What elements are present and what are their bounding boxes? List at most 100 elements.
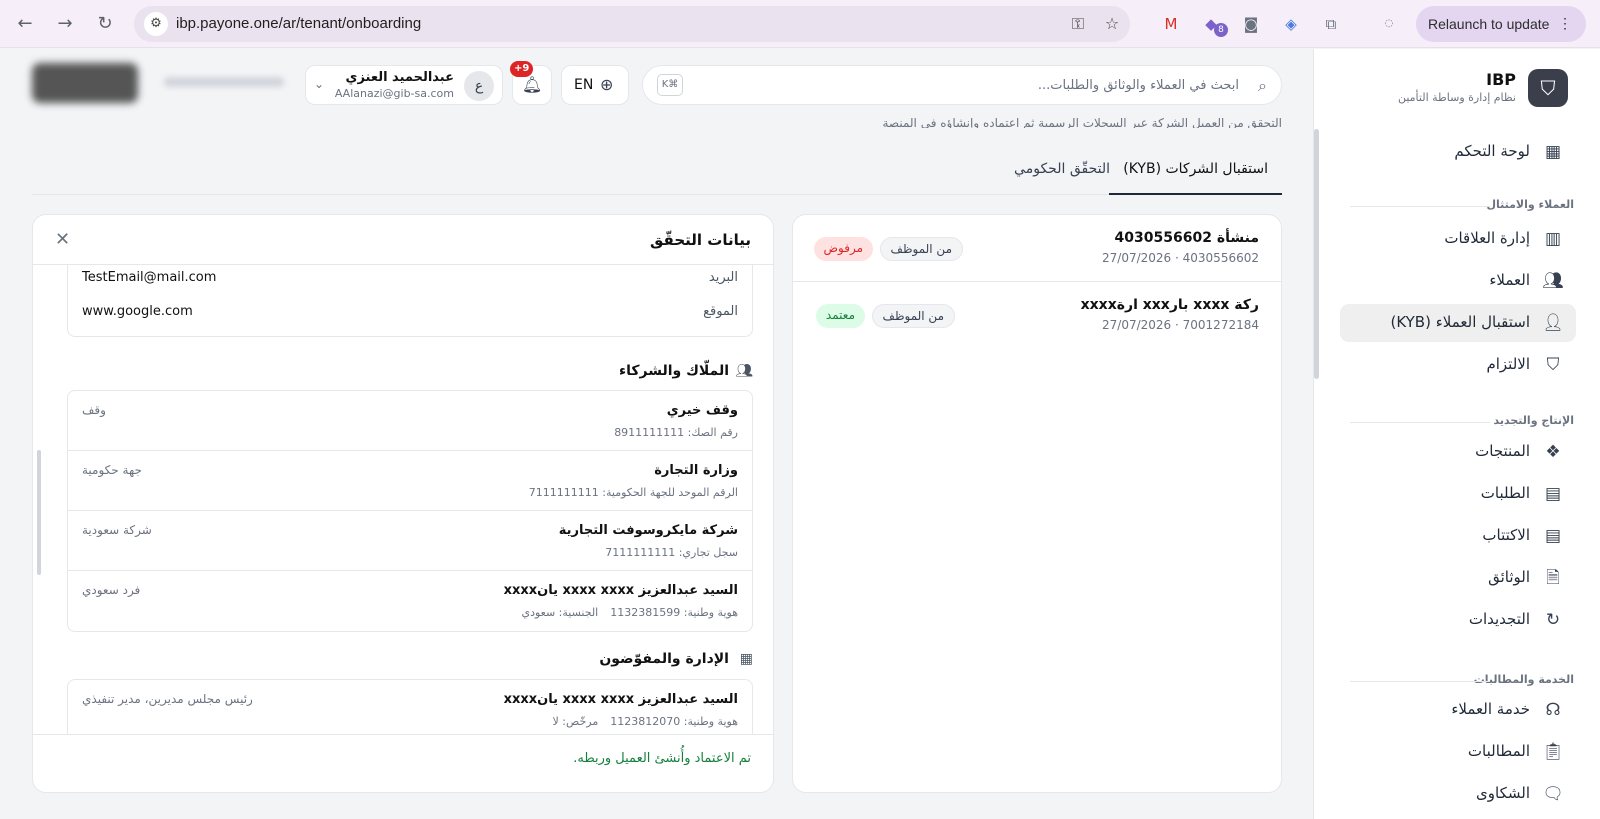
list-item[interactable]: ركة xxxx بارxxx ارةxxxx 7001272184 · 27/… bbox=[793, 282, 1281, 349]
browser-toolbar: ← → ↻ ⚙ ibp.payone.one/ar/tenant/onboard… bbox=[0, 0, 1600, 48]
management-section-title: ▦ الإدارة والمفوّضون bbox=[599, 651, 753, 667]
source-badge: من الموظف bbox=[879, 237, 963, 261]
list-item: السيد عبدالعزيز xxxx xxxx يانxxxx هوية و… bbox=[68, 571, 752, 631]
users-icon: 👥︎ bbox=[735, 363, 753, 379]
owner-meta-id: هوية وطنية: 1132381599 bbox=[610, 606, 738, 619]
list-item-title: منشأة 4030556602 bbox=[1114, 230, 1259, 246]
list-item-subtitle: 7001272184 · 27/07/2026 bbox=[1102, 318, 1259, 332]
sidebar-item-complaints[interactable]: 🗨︎ الشكاوى bbox=[1340, 775, 1576, 813]
sidebar-item-policies[interactable]: 🗎︎ الوثائق bbox=[1340, 559, 1576, 597]
user-check-icon: 👤︎ bbox=[1542, 313, 1564, 333]
profile-icon[interactable]: ◌ bbox=[1378, 13, 1400, 35]
user-name: عبدالحميد العنزي bbox=[345, 70, 454, 85]
sidebar-item-underwriting[interactable]: ▤ الاكتتاب bbox=[1340, 517, 1576, 555]
divider bbox=[33, 734, 773, 735]
divider bbox=[1350, 422, 1490, 423]
avatar: ع bbox=[464, 71, 494, 101]
tab-gov-verification[interactable]: التحقّق الحكومي bbox=[1000, 161, 1124, 195]
sidebar-item-kyb[interactable]: 👤︎ استقبال العملاء (KYB) bbox=[1340, 304, 1576, 342]
close-icon[interactable]: ✕ bbox=[55, 229, 70, 250]
panel-scroll-area[interactable]: البريد TestEmail@mail.com الموقع www.goo… bbox=[33, 265, 773, 734]
language-switch[interactable]: EN ⊕ bbox=[561, 65, 629, 105]
tab-kyb[interactable]: استقبال الشركات (KYB) bbox=[1109, 161, 1282, 195]
extension-gem-icon[interactable]: ◆ 8 bbox=[1200, 13, 1228, 37]
sidebar-item-dashboard[interactable]: ▦ لوحة التحكم bbox=[1340, 133, 1576, 171]
status-badge: مرفوض bbox=[813, 237, 873, 261]
list-item: شركة مايكروسوفت التجارية سجل تجاري: 7111… bbox=[68, 511, 752, 571]
back-icon[interactable]: ← bbox=[12, 12, 38, 36]
owner-name: وقف خيري bbox=[666, 403, 738, 418]
manager-meta: هوية وطنية: 1123812070 مرخّص: لا bbox=[541, 715, 738, 728]
globe-icon: ⊕ bbox=[600, 75, 614, 94]
sidebar-section-production: الإنتاج والتجديد bbox=[1493, 414, 1574, 427]
list-item[interactable]: منشأة 4030556602 4030556602 · 27/07/2026… bbox=[793, 215, 1281, 282]
panel-title: بيانات التحقّق bbox=[650, 231, 751, 249]
owner-meta-id: رقم الصك: 8911111111 bbox=[614, 426, 738, 439]
sidebar-item-label: استقبال العملاء (KYB) bbox=[1390, 313, 1530, 331]
extensions-puzzle-icon[interactable]: ⧉ bbox=[1320, 13, 1342, 35]
list-item-title: ركة xxxx بارxxx ارةxxxx bbox=[1080, 297, 1259, 313]
camera-icon[interactable]: ◙ bbox=[1240, 13, 1262, 35]
address-bar[interactable]: ⚙ ibp.payone.one/ar/tenant/onboarding ⚿ … bbox=[134, 6, 1130, 42]
reload-icon[interactable]: ↻ bbox=[92, 12, 118, 36]
relaunch-label: Relaunch to update bbox=[1428, 16, 1550, 32]
boxes-icon: ❖ bbox=[1545, 442, 1561, 462]
manager-name: السيد عبدالعزيز xxxx xxxx يانxxxx bbox=[503, 692, 738, 707]
file-spreadsheet-icon: ▤ bbox=[1544, 526, 1562, 546]
sidebar-scrollbar[interactable] bbox=[1314, 129, 1319, 379]
sidebar-item-label: التجديدات bbox=[1468, 610, 1530, 628]
sidebar-item-requests[interactable]: ▤ الطلبات bbox=[1340, 475, 1576, 513]
sidebar-item-renewals[interactable]: ↻ التجديدات bbox=[1340, 601, 1576, 639]
owner-name: شركة مايكروسوفت التجارية bbox=[558, 523, 738, 538]
sidebar-item-claims[interactable]: 📋︎ المطالبات bbox=[1340, 733, 1576, 771]
sidebar-item-customer-service[interactable]: ☊ خدمة العملاء bbox=[1340, 691, 1576, 729]
owner-type: وقف bbox=[82, 403, 106, 417]
headset-icon: ☊ bbox=[1545, 700, 1561, 720]
more-menu-icon[interactable]: ⋮ bbox=[1558, 15, 1572, 32]
owners-title: الملّاك والشركاء bbox=[618, 363, 729, 379]
user-menu[interactable]: ع عبدالحميد العنزي AAlanazi@gib-sa.com ⌄ bbox=[305, 65, 503, 105]
source-badge: من الموظف bbox=[871, 304, 955, 328]
file-text-icon: ▤ bbox=[1544, 484, 1562, 504]
password-key-icon[interactable]: ⚿ bbox=[1068, 14, 1088, 34]
tenant-logo bbox=[32, 63, 138, 103]
email-label: البريد bbox=[708, 270, 738, 285]
url-text[interactable]: ibp.payone.one/ar/tenant/onboarding bbox=[176, 15, 421, 32]
sidebar-item-products[interactable]: ❖ المنتجات bbox=[1340, 433, 1576, 471]
website-label: الموقع bbox=[703, 304, 738, 319]
owners-list: وقف خيري رقم الصك: 8911111111 وقف وزارة … bbox=[67, 390, 753, 632]
sidebar-item-label: الالتزام bbox=[1486, 355, 1530, 373]
relaunch-button[interactable]: Relaunch to update ⋮ bbox=[1416, 6, 1586, 42]
tenant-name bbox=[164, 77, 284, 87]
contact-info-box: البريد TestEmail@mail.com الموقع www.goo… bbox=[67, 265, 753, 337]
owner-meta-id: الرقم الموحد للجهة الحكومية: 7111111111 bbox=[528, 486, 738, 499]
shortcut-hint: K⌘ bbox=[657, 74, 683, 96]
clipboard-icon: 📋︎ bbox=[1542, 742, 1564, 762]
user-email: AAlanazi@gib-sa.com bbox=[334, 87, 454, 100]
sidebar-item-relations[interactable]: ▥ إدارة العلاقات bbox=[1340, 220, 1576, 258]
tabs: استقبال الشركات (KYB) التحقّق الحكومي bbox=[32, 155, 1282, 195]
approval-message: تم الاعتماد وأُنشئ العميل وربطه. bbox=[573, 751, 751, 766]
site-info-icon[interactable]: ⚙ bbox=[144, 12, 168, 36]
owner-meta: الرقم الموحد للجهة الحكومية: 7111111111 bbox=[517, 486, 738, 499]
extension-tag-icon[interactable]: ◈ bbox=[1280, 13, 1302, 35]
sidebar-item-customers[interactable]: 👥︎ العملاء bbox=[1340, 262, 1576, 300]
onboarding-list: منشأة 4030556602 4030556602 · 27/07/2026… bbox=[792, 214, 1282, 793]
forward-icon[interactable]: → bbox=[52, 12, 78, 36]
gmail-icon[interactable]: M bbox=[1160, 13, 1182, 35]
sidebar-item-label: الطلبات bbox=[1480, 484, 1530, 502]
owner-meta: هوية وطنية: 1132381599 الجنسية: سعودي bbox=[509, 606, 738, 619]
owner-meta: رقم الصك: 8911111111 bbox=[602, 426, 738, 439]
notification-badge: +9 bbox=[510, 61, 534, 77]
refresh-icon: ↻ bbox=[1545, 610, 1561, 630]
bookmark-star-icon[interactable]: ☆ bbox=[1102, 14, 1122, 34]
sidebar-item-compliance[interactable]: ⛉ الالتزام bbox=[1340, 346, 1576, 384]
panel-scrollbar[interactable] bbox=[37, 450, 41, 575]
website-value: www.google.com bbox=[82, 304, 193, 319]
search-input[interactable] bbox=[719, 74, 1239, 96]
users-icon: 👥︎ bbox=[1542, 271, 1564, 291]
app-root: ع عبدالحميد العنزي AAlanazi@gib-sa.com ⌄… bbox=[0, 49, 1600, 819]
sidebar: ⛉ IBP نظام إدارة وساطة التأمين ▦ لوحة ال… bbox=[1313, 49, 1600, 819]
global-search[interactable]: ⌕ K⌘ bbox=[642, 65, 1282, 105]
list-item: وقف خيري رقم الصك: 8911111111 وقف bbox=[68, 391, 752, 451]
